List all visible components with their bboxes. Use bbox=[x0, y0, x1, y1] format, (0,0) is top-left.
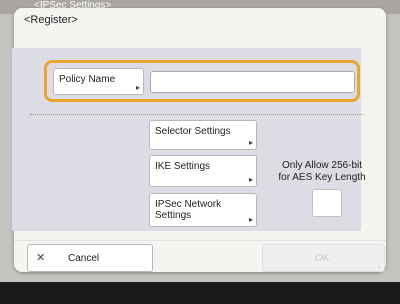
footer-divider bbox=[14, 240, 386, 241]
bottom-bar bbox=[0, 282, 400, 304]
ipsec-network-settings-label: IPSec Network Settings bbox=[155, 199, 222, 221]
cancel-button[interactable]: ✕ Cancel bbox=[27, 244, 153, 272]
cancel-label: Cancel bbox=[68, 253, 100, 264]
dialog-title: <Register> bbox=[24, 14, 78, 26]
enter-icon: ⌟ bbox=[377, 260, 381, 269]
ike-settings-label: IKE Settings bbox=[155, 161, 211, 172]
aes-256-label: Only Allow 256-bit for AES Key Length bbox=[278, 160, 366, 183]
policy-name-field[interactable] bbox=[150, 71, 355, 93]
arrow-icon: ▸ bbox=[248, 138, 253, 147]
aes-256-checkbox[interactable] bbox=[312, 189, 342, 217]
close-icon: ✕ bbox=[36, 252, 46, 264]
selector-settings-button[interactable]: Selector Settings ▸ bbox=[149, 120, 257, 150]
arrow-icon: ▸ bbox=[135, 83, 140, 92]
ipsec-network-settings-button[interactable]: IPSec Network Settings ▸ bbox=[149, 193, 257, 227]
arrow-icon: ▸ bbox=[248, 175, 253, 184]
dotted-divider bbox=[30, 114, 364, 115]
arrow-icon: ▸ bbox=[248, 215, 253, 224]
ok-button[interactable]: OK ⌟ bbox=[262, 244, 385, 272]
selector-settings-label: Selector Settings bbox=[155, 126, 231, 137]
policy-name-label: Policy Name bbox=[59, 74, 116, 85]
policy-name-button[interactable]: Policy Name ▸ bbox=[53, 68, 144, 95]
ok-label: OK bbox=[315, 253, 330, 264]
ike-settings-button[interactable]: IKE Settings ▸ bbox=[149, 155, 257, 187]
